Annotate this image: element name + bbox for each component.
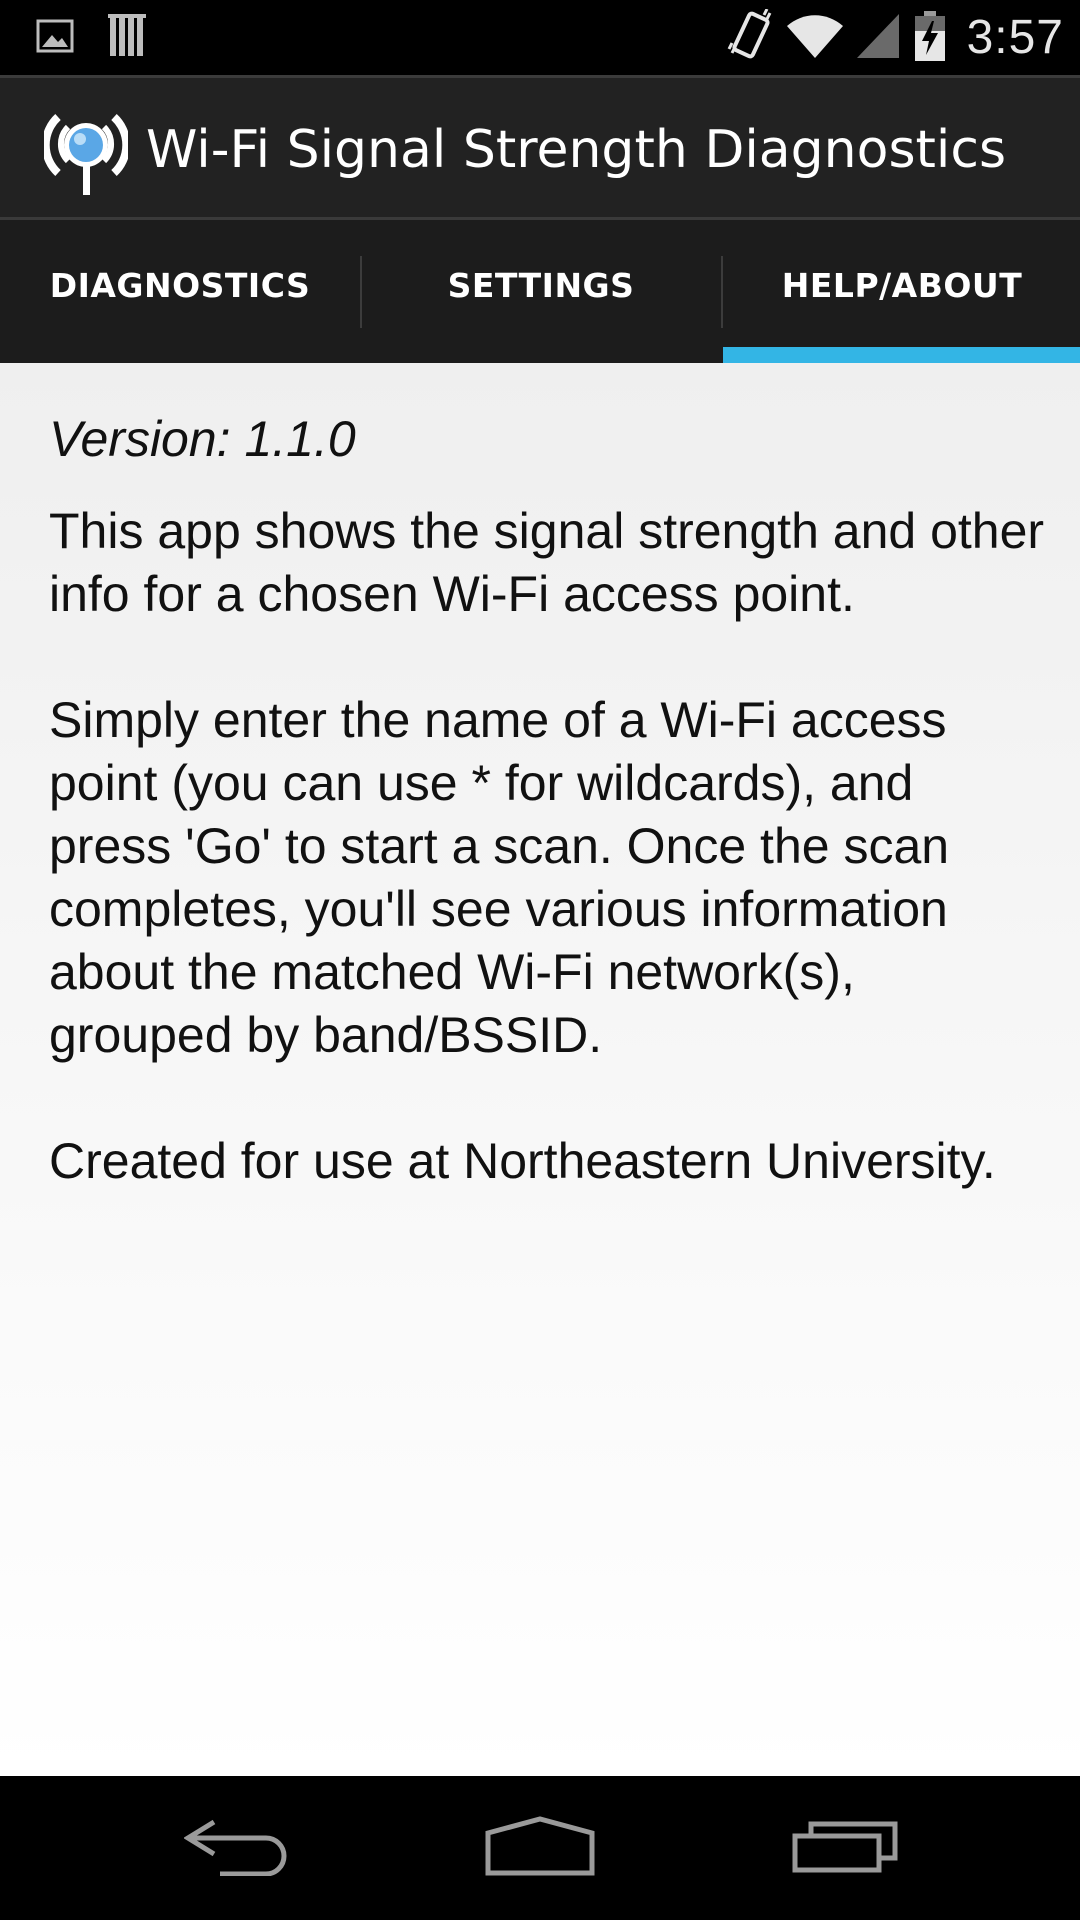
tab-diagnostics[interactable]: DIAGNOSTICS [0,220,360,363]
wifi-icon [786,12,843,64]
status-clock: 3:57 [966,11,1064,64]
back-icon [183,1816,294,1880]
description-paragraph: This app shows the signal strength and o… [49,503,1045,622]
recents-button[interactable] [775,1810,915,1886]
action-bar: Wi-Fi Signal Strength Diagnostics [0,75,1080,220]
app-title: Wi-Fi Signal Strength Diagnostics [146,120,1007,180]
version-text: Version: 1.1.0 [49,411,356,467]
back-button[interactable] [169,1810,309,1886]
vibrate-icon [727,7,773,67]
home-button[interactable] [470,1810,610,1886]
tab-bar: DIAGNOSTICS SETTINGS HELP/ABOUT [0,220,1080,363]
tab-label: HELP/ABOUT [781,266,1023,305]
navigation-bar [0,1776,1080,1920]
signal-icon [856,12,901,64]
home-icon [484,1815,596,1881]
tab-label: DIAGNOSTICS [49,266,311,305]
help-about-content: Version: 1.1.0 This app shows the signal… [0,363,1080,1776]
credits-paragraph: Created for use at Northeastern Universi… [49,1133,996,1189]
picture-icon [36,17,74,59]
status-bar: 3:57 [0,0,1080,75]
battery-charging-icon [914,10,945,65]
wifi-search-icon[interactable] [41,103,131,199]
selected-tab-indicator [723,347,1080,363]
tab-label: SETTINGS [447,266,635,305]
tab-settings[interactable]: SETTINGS [361,220,721,363]
recents-icon [791,1818,899,1878]
instructions-paragraph: Simply enter the name of a Wi-Fi access … [49,692,950,1063]
barcode-icon [108,14,148,62]
tab-help-about[interactable]: HELP/ABOUT [722,220,1080,363]
